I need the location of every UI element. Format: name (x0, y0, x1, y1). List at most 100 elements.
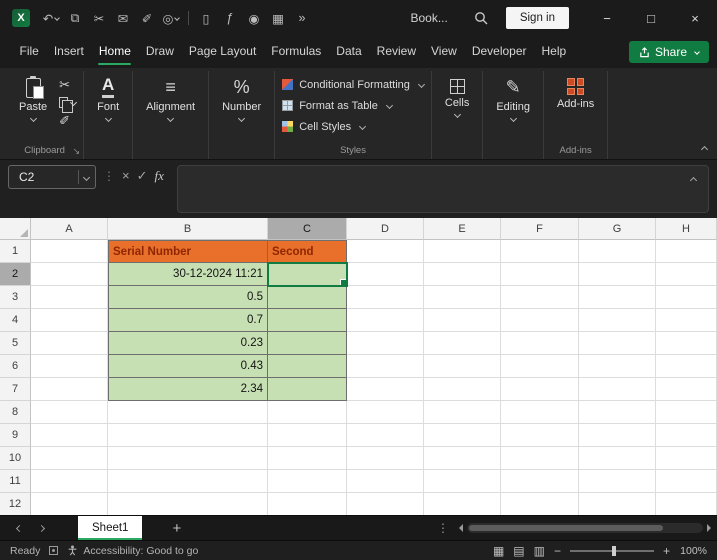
menu-tab-view[interactable]: View (424, 36, 465, 68)
cell-A6[interactable] (31, 355, 108, 378)
editing-button[interactable]: ✎ Editing (490, 73, 536, 123)
view-normal-icon[interactable]: ▦ (493, 544, 504, 558)
cell-F10[interactable] (501, 447, 579, 470)
more-commands-icon[interactable]: » (290, 4, 314, 32)
cell-C2[interactable] (267, 262, 348, 287)
cell-B11[interactable] (108, 470, 268, 493)
column-header-H[interactable]: H (656, 218, 717, 240)
cell-E6[interactable] (424, 355, 501, 378)
cell-A12[interactable] (31, 493, 108, 515)
cell-B7[interactable]: 2.34 (108, 378, 268, 401)
cell-A10[interactable] (31, 447, 108, 470)
menu-tab-developer[interactable]: Developer (464, 36, 534, 68)
cell-G9[interactable] (579, 424, 656, 447)
menu-tab-page-layout[interactable]: Page Layout (181, 36, 263, 68)
cell-C7[interactable] (268, 378, 347, 401)
cell-H9[interactable] (656, 424, 717, 447)
cell-F9[interactable] (501, 424, 579, 447)
cut-button[interactable]: ✂ (59, 75, 76, 93)
cell-A5[interactable] (31, 332, 108, 355)
cell-D8[interactable] (347, 401, 424, 424)
copy-icon[interactable]: ⧉ (63, 4, 87, 32)
menu-tab-review[interactable]: Review (369, 36, 423, 68)
cell-E9[interactable] (424, 424, 501, 447)
zoom-out-button[interactable]: − (554, 544, 561, 558)
row-header-3[interactable]: 3 (0, 286, 31, 309)
cell-H2[interactable] (656, 263, 717, 286)
cell-C6[interactable] (268, 355, 347, 378)
scroll-left-icon[interactable] (459, 524, 463, 532)
prev-sheet-button[interactable] (8, 524, 30, 532)
new-document-icon[interactable]: ▯ (194, 4, 218, 32)
cell-B12[interactable] (108, 493, 268, 515)
cell-G3[interactable] (579, 286, 656, 309)
row-header-1[interactable]: 1 (0, 240, 31, 263)
collapse-ribbon-button[interactable] (700, 145, 709, 154)
function-icon[interactable]: ƒ (218, 4, 242, 32)
cell-C1[interactable]: Second (268, 240, 347, 263)
cell-E3[interactable] (424, 286, 501, 309)
cell-A11[interactable] (31, 470, 108, 493)
cell-A7[interactable] (31, 378, 108, 401)
cell-C11[interactable] (268, 470, 347, 493)
cell-G11[interactable] (579, 470, 656, 493)
cell-G4[interactable] (579, 309, 656, 332)
zoom-slider[interactable] (569, 545, 654, 556)
alignment-button[interactable]: ≡ Alignment (140, 73, 201, 123)
cell-A4[interactable] (31, 309, 108, 332)
cell-B4[interactable]: 0.7 (108, 309, 268, 332)
cell-D6[interactable] (347, 355, 424, 378)
row-header-10[interactable]: 10 (0, 447, 31, 470)
cell-E12[interactable] (424, 493, 501, 515)
number-button[interactable]: % Number (216, 73, 267, 123)
cell-F7[interactable] (501, 378, 579, 401)
cell-G10[interactable] (579, 447, 656, 470)
cell-F4[interactable] (501, 309, 579, 332)
cell-C9[interactable] (268, 424, 347, 447)
cell-A9[interactable] (31, 424, 108, 447)
cell-B9[interactable] (108, 424, 268, 447)
menu-tab-formulas[interactable]: Formulas (264, 36, 329, 68)
cell-D3[interactable] (347, 286, 424, 309)
cell-E10[interactable] (424, 447, 501, 470)
cell-C10[interactable] (268, 447, 347, 470)
select-all-corner[interactable] (0, 218, 31, 240)
next-sheet-button[interactable] (30, 524, 52, 532)
cell-H4[interactable] (656, 309, 717, 332)
addins-button[interactable]: Add-ins (551, 73, 600, 110)
cell-G5[interactable] (579, 332, 656, 355)
cells-button[interactable]: Cells (439, 73, 475, 119)
cell-C12[interactable] (268, 493, 347, 515)
record-icon[interactable]: ◎ (159, 4, 183, 32)
cell-H6[interactable] (656, 355, 717, 378)
format-painter-button[interactable]: ✐ (59, 111, 76, 129)
zoom-in-button[interactable]: + (663, 544, 670, 558)
new-sheet-button[interactable]: + (172, 521, 181, 536)
paste-button[interactable]: Paste (13, 73, 53, 123)
row-header-4[interactable]: 4 (0, 309, 31, 332)
sheet-tab-sheet1[interactable]: Sheet1 (78, 516, 143, 540)
cell-B6[interactable]: 0.43 (108, 355, 268, 378)
search-icon[interactable] (474, 11, 488, 25)
column-header-C[interactable]: C (268, 218, 347, 240)
sheet-grid[interactable]: A B C D E F G H 1 Serial Number Second 2 30-12-2024 … (0, 218, 717, 515)
menu-tab-help[interactable]: Help (534, 36, 574, 68)
menu-tab-file[interactable]: File (12, 36, 46, 68)
cell-B10[interactable] (108, 447, 268, 470)
formula-input[interactable] (176, 165, 709, 213)
sign-in-button[interactable]: Sign in (505, 7, 569, 29)
cell-E8[interactable] (424, 401, 501, 424)
cell-F11[interactable] (501, 470, 579, 493)
row-header-6[interactable]: 6 (0, 355, 31, 378)
row-header-7[interactable]: 7 (0, 378, 31, 401)
cell-D2[interactable] (347, 263, 424, 286)
row-header-9[interactable]: 9 (0, 424, 31, 447)
cell-F2[interactable] (501, 263, 579, 286)
menu-tab-data[interactable]: Data (329, 36, 369, 68)
cell-E2[interactable] (424, 263, 501, 286)
cell-H3[interactable] (656, 286, 717, 309)
row-header-5[interactable]: 5 (0, 332, 31, 355)
cell-B1[interactable]: Serial Number (108, 240, 268, 263)
cell-D7[interactable] (347, 378, 424, 401)
camera-icon[interactable]: ◉ (242, 4, 266, 32)
